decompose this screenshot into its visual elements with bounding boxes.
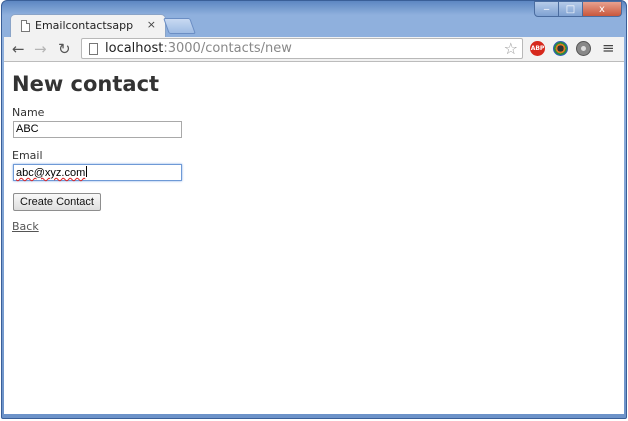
adblock-icon[interactable]: ABP bbox=[530, 41, 545, 56]
browser-toolbar: ← → ↻ localhost:3000/contacts/new ☆ ABP … bbox=[4, 37, 624, 62]
browser-tab[interactable]: Emailcontactsapp × bbox=[10, 14, 166, 38]
create-contact-button[interactable]: Create Contact bbox=[13, 193, 101, 211]
maximize-button[interactable]: □ bbox=[558, 1, 583, 17]
film-reel-extension-icon[interactable] bbox=[576, 41, 591, 56]
page-viewport: New contact Name ABC Email abc@xyz.com C… bbox=[4, 62, 624, 414]
email-value: abc@xyz.com bbox=[16, 167, 86, 179]
back-link[interactable]: Back bbox=[12, 220, 39, 233]
menu-icon[interactable]: ≡ bbox=[602, 39, 615, 57]
tab-close-icon[interactable]: × bbox=[147, 18, 156, 31]
color-extension-icon[interactable] bbox=[553, 41, 568, 56]
name-field[interactable]: ABC bbox=[13, 121, 182, 138]
minimize-button[interactable]: ‒ bbox=[534, 1, 559, 17]
reload-icon[interactable]: ↻ bbox=[58, 40, 71, 58]
email-label: Email bbox=[12, 149, 43, 162]
window-controls: ‒ □ x bbox=[534, 1, 622, 17]
close-window-button[interactable]: x bbox=[582, 1, 622, 17]
page-icon bbox=[21, 20, 30, 32]
name-value: ABC bbox=[16, 123, 39, 135]
name-label: Name bbox=[12, 106, 45, 119]
tab-title: Emailcontactsapp bbox=[35, 19, 134, 32]
url-host: localhost bbox=[105, 41, 164, 56]
url-text[interactable]: localhost:3000/contacts/new bbox=[105, 41, 292, 56]
url-path: :3000/contacts/new bbox=[163, 41, 292, 56]
new-tab-button[interactable] bbox=[163, 18, 196, 34]
address-bar[interactable]: localhost:3000/contacts/new ☆ bbox=[81, 38, 523, 59]
email-field[interactable]: abc@xyz.com bbox=[13, 164, 182, 181]
bookmark-star-icon[interactable]: ☆ bbox=[504, 39, 518, 58]
forward-arrow-icon[interactable]: → bbox=[34, 40, 47, 58]
text-caret bbox=[86, 166, 88, 177]
page-title: New contact bbox=[12, 72, 160, 96]
back-arrow-icon[interactable]: ← bbox=[12, 40, 25, 58]
page-icon bbox=[89, 43, 98, 55]
